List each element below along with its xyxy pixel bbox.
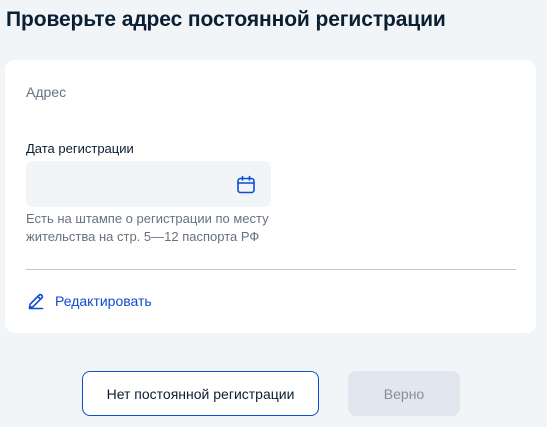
no-registration-button[interactable]: Нет постоянной регистрации [82,371,319,416]
registration-date-hint: Есть на штампе о регистрации по месту жи… [26,211,269,244]
registration-date-input[interactable] [26,161,250,207]
page-title: Проверьте адрес постоянной регистрации [6,8,446,31]
divider [26,269,516,270]
calendar-icon[interactable] [235,174,257,196]
registration-date-field[interactable] [26,161,271,207]
registration-date-label: Дата регистрации [26,141,134,156]
pencil-icon [27,292,45,310]
address-label: Адрес [26,84,67,100]
address-card: Адрес Дата регистрации Есть на штампе о … [5,60,536,333]
correct-button[interactable]: Верно [348,371,460,416]
edit-address-label: Редактировать [55,293,152,309]
edit-address-link[interactable]: Редактировать [27,292,152,310]
